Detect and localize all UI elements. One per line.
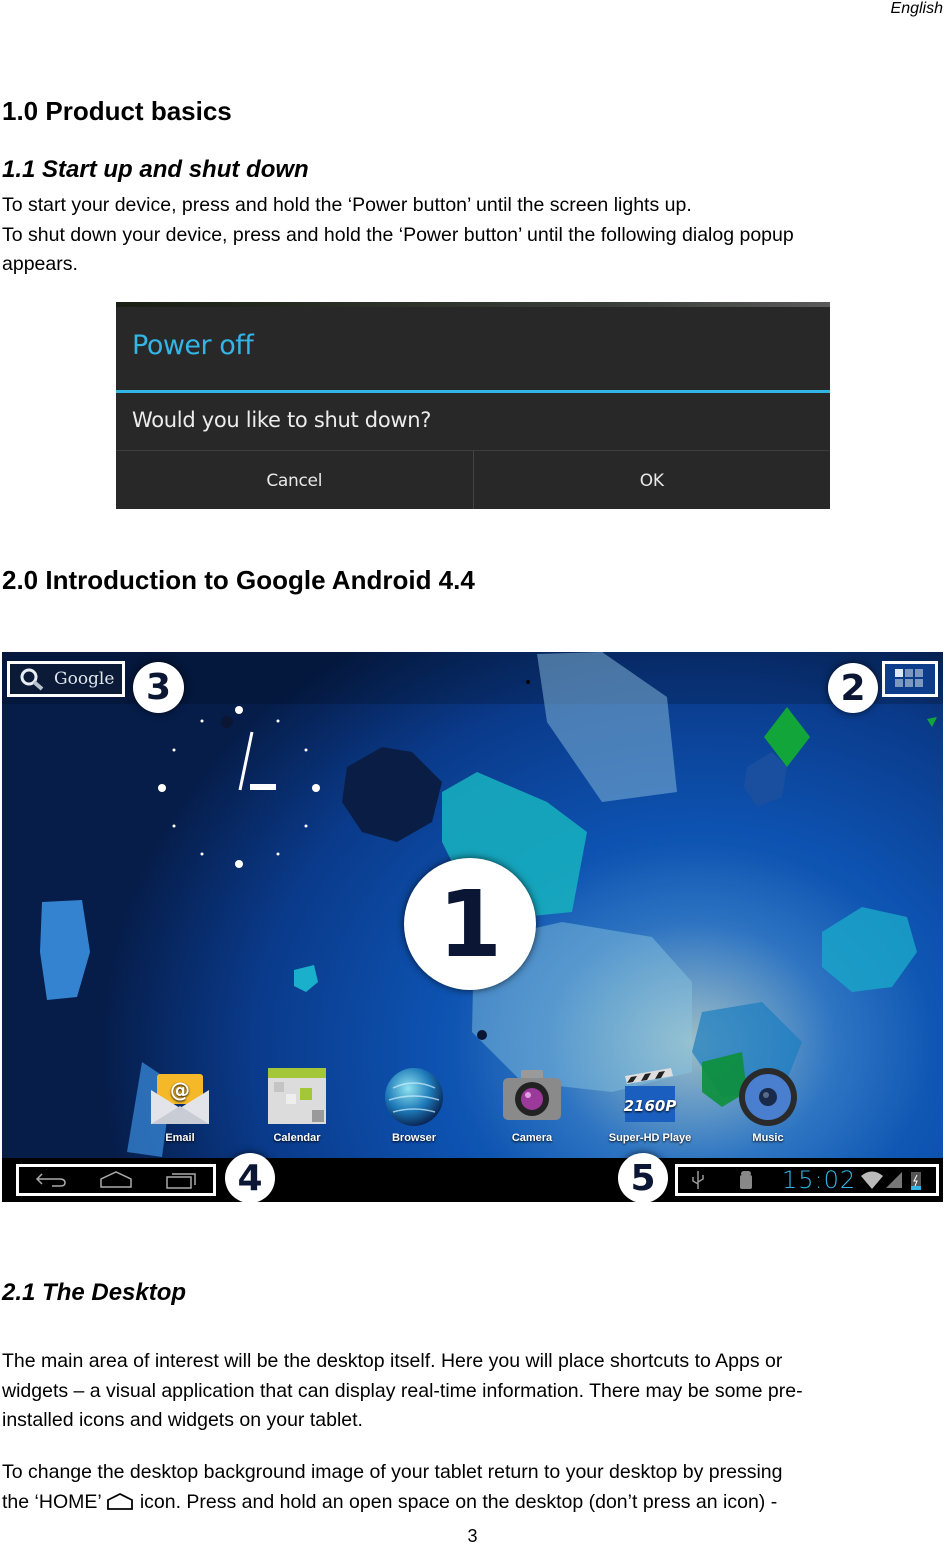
android-home-screenshot: Google 1 2 3 @ Email Calendar Browser Ca… (2, 652, 943, 1202)
svg-text:2160P: 2160P (624, 1097, 677, 1115)
app-label: Camera (511, 1132, 553, 1144)
callout-badge-3: 3 (133, 662, 184, 713)
dialog-top-strip (116, 302, 830, 307)
home-icon[interactable] (99, 1170, 133, 1190)
text-line: To change the desktop background image o… (2, 1461, 783, 1483)
app-super-hd-player[interactable]: 2160P Super-HD Playe (600, 1066, 700, 1144)
google-search-label: Google (54, 669, 115, 689)
status-time: 15:02 (782, 1166, 857, 1194)
search-icon (20, 668, 44, 691)
app-label: Email (165, 1132, 195, 1144)
text-line: The main area of interest will be the de… (2, 1350, 783, 1372)
text-line: widgets – a visual application that can … (2, 1379, 803, 1402)
analog-clock-widget (158, 706, 320, 868)
app-calendar[interactable]: Calendar (247, 1066, 347, 1144)
subheading-startup-shutdown: 1.1 Start up and shut down (2, 156, 309, 183)
dialog-button-row: Cancel OK (116, 450, 830, 509)
navigation-buttons (16, 1164, 216, 1196)
usb-icon (692, 1171, 704, 1189)
callout-badge-4: 4 (225, 1153, 275, 1202)
app-label: Super-HD Playe (608, 1132, 692, 1144)
text-fragment: icon. Press and hold an open space on th… (139, 1490, 778, 1513)
recent-apps-icon[interactable] (164, 1170, 198, 1190)
calendar-icon (266, 1066, 328, 1128)
paragraph-change-background: To change the desktop background image o… (2, 1458, 944, 1517)
system-tray[interactable]: 15:02 (675, 1164, 939, 1196)
svg-text:@: @ (170, 1078, 190, 1102)
app-label: Browser (391, 1132, 437, 1144)
browser-icon (383, 1066, 445, 1128)
app-camera[interactable]: Camera (482, 1066, 582, 1144)
text-line: To start your device, press and hold the… (2, 194, 692, 216)
power-off-dialog: Power off Would you like to shut down? C… (116, 302, 830, 509)
signal-icon (886, 1172, 903, 1188)
dialog-message: Would you like to shut down? (132, 408, 432, 432)
subheading-the-desktop: 2.1 The Desktop (2, 1279, 187, 1306)
cancel-button[interactable]: Cancel (116, 451, 473, 509)
callout-badge-5: 5 (618, 1153, 668, 1202)
music-icon (737, 1066, 799, 1128)
text-line: To shut down your device, press and hold… (2, 223, 794, 246)
email-icon: @ (149, 1066, 211, 1128)
home-icon (107, 1492, 134, 1510)
google-search-bar[interactable]: Google (7, 661, 125, 697)
dialog-title: Power off (132, 330, 254, 361)
app-label: Music (752, 1132, 784, 1144)
callout-badge-2: 2 (828, 663, 878, 713)
android-debug-icon (740, 1171, 752, 1189)
text-line: appears. (2, 253, 78, 275)
app-browser[interactable]: Browser (364, 1066, 464, 1144)
text-line: installed icons and widgets on your tabl… (2, 1409, 363, 1431)
paragraph-startup: To start your device, press and hold the… (2, 191, 944, 280)
apps-grid-icon (895, 669, 923, 687)
heading-product-basics: 1.0 Product basics (2, 96, 232, 126)
text-line: the ‘HOME’ icon. Press and hold an open … (2, 1488, 944, 1518)
back-icon[interactable] (34, 1170, 68, 1190)
wifi-icon (861, 1171, 884, 1189)
callout-badge-1: 1 (404, 858, 536, 990)
battery-charging-icon (911, 1172, 922, 1190)
app-label: Calendar (273, 1132, 321, 1144)
header-language: English (890, 0, 943, 17)
app-email[interactable]: @ Email (130, 1066, 230, 1144)
text-fragment: the ‘HOME’ (2, 1490, 101, 1513)
heading-android-intro: 2.0 Introduction to Google Android 4.4 (2, 565, 475, 595)
page-number: 3 (467, 1526, 478, 1546)
camera-icon (501, 1066, 563, 1128)
app-music[interactable]: Music (718, 1066, 818, 1144)
video-player-icon: 2160P (619, 1066, 681, 1128)
all-apps-button[interactable] (882, 661, 938, 697)
ok-button[interactable]: OK (472, 451, 831, 509)
dialog-title-divider (116, 390, 830, 393)
paragraph-desktop-intro: The main area of interest will be the de… (2, 1347, 944, 1436)
